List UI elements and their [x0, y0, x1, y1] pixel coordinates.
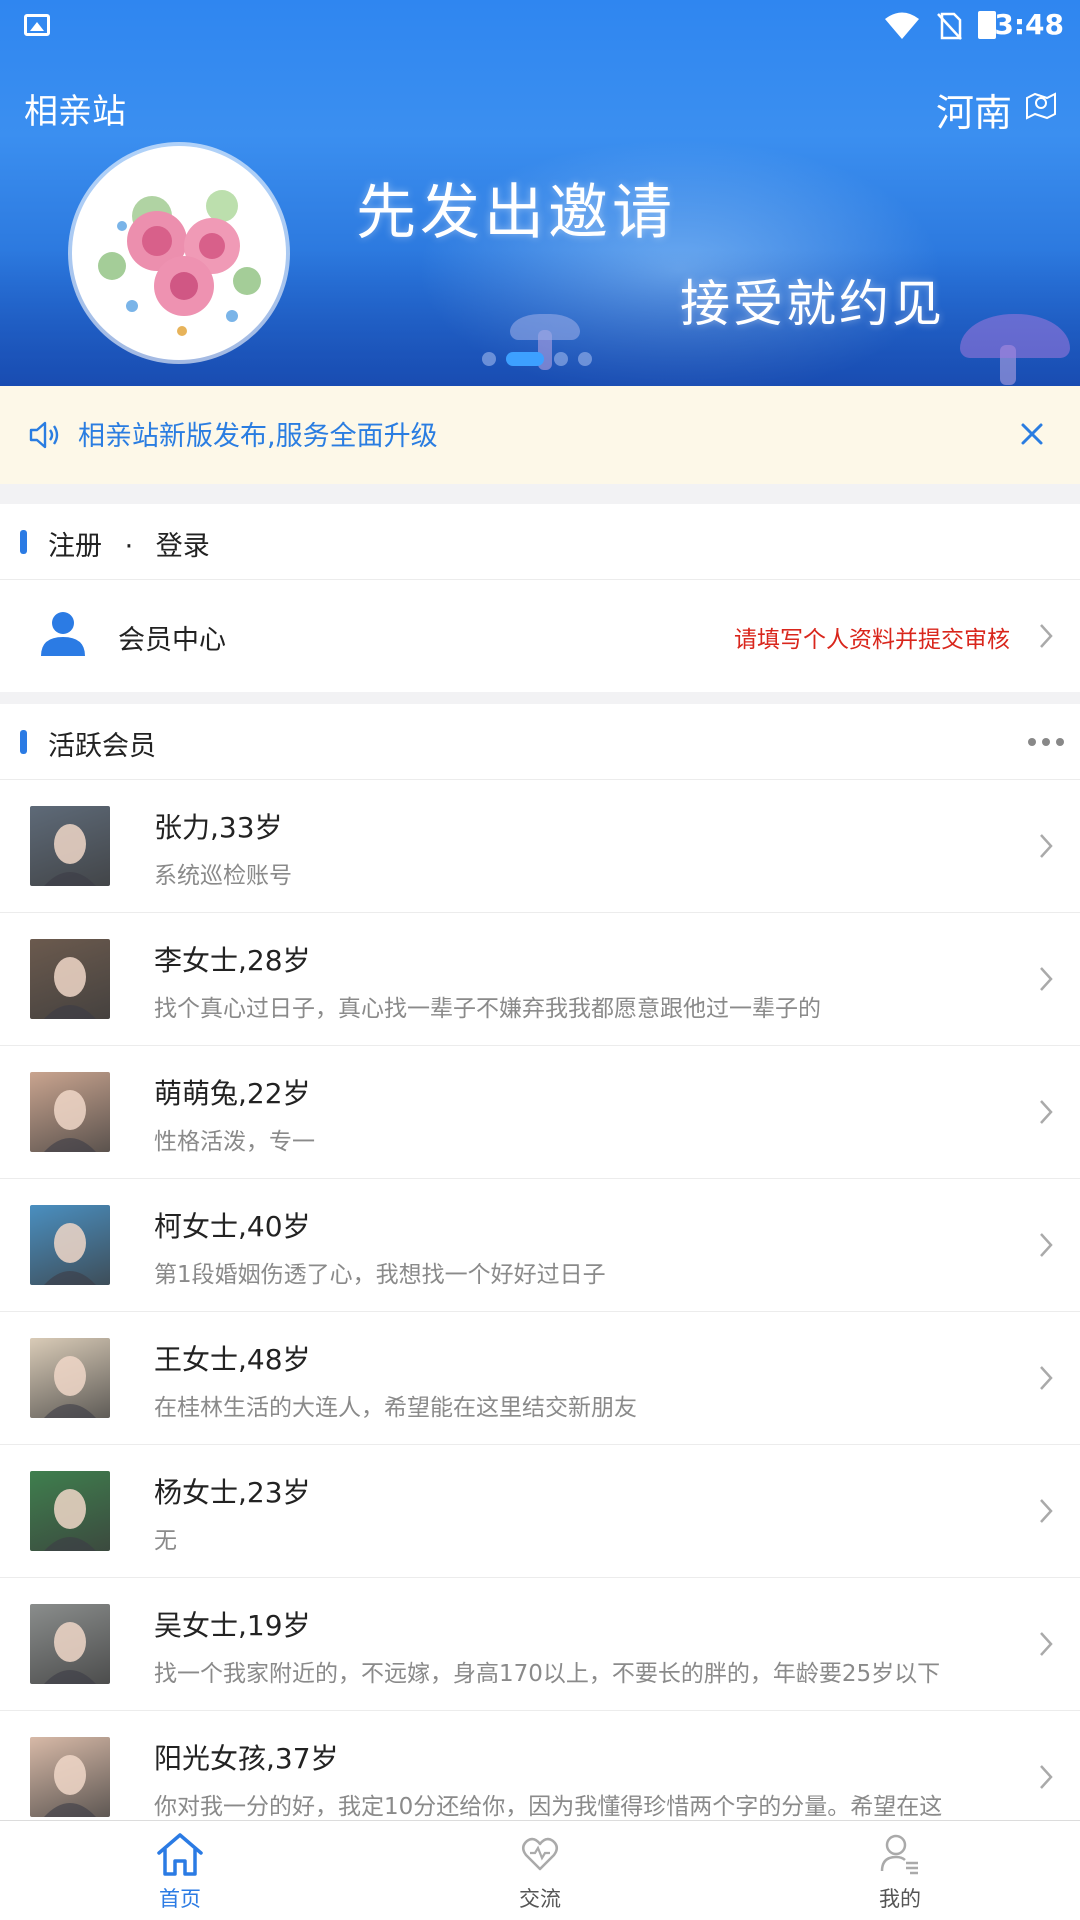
announcement-bar[interactable]: 相亲站新版发布,服务全面升级	[0, 386, 1080, 484]
portrait-placeholder	[44, 1755, 96, 1817]
announcement-text[interactable]: 相亲站新版发布,服务全面升级	[78, 414, 438, 453]
member-bio: 系统巡检账号	[154, 863, 292, 889]
chevron-right-icon	[1040, 834, 1053, 858]
mushroom-decoration	[510, 314, 580, 340]
chevron-right-icon	[1040, 1765, 1053, 1789]
chevron-right-icon	[1040, 1366, 1053, 1390]
chevron-right-icon	[1040, 1233, 1053, 1257]
banner-subheadline: 接受就约见	[680, 275, 945, 333]
more-icon[interactable]	[1028, 738, 1064, 746]
page-dot[interactable]	[482, 352, 496, 366]
member-bio: 你对我一分的好，我定10分还给你，因为我懂得珍惜两个字的分量。希望在这	[154, 1794, 943, 1820]
member-avatar[interactable]	[30, 1072, 110, 1152]
member-row[interactable]: 吴女士,19岁找一个我家附近的，不远嫁，身高170以上，不要长的胖的，年龄要25…	[0, 1578, 1080, 1711]
member-name: 萌萌兔,22岁	[154, 1077, 311, 1110]
bottom-navigation: 首页 交流 我的	[0, 1820, 1080, 1920]
member-bio: 第1段婚姻伤透了心，我想找一个好好过日子	[154, 1262, 606, 1288]
profile-icon	[880, 1834, 918, 1875]
map-location-icon[interactable]	[1024, 88, 1058, 120]
auth-section: 注册 · 登录 会员中心 请填写个人资料并提交审核	[0, 504, 1080, 692]
wifi-icon	[885, 12, 919, 39]
close-icon[interactable]	[1020, 422, 1044, 446]
active-members-title: 活跃会员	[48, 731, 156, 762]
portrait-placeholder	[44, 957, 96, 1019]
member-avatar[interactable]	[30, 1205, 110, 1285]
member-bio: 找个真心过日子，真心找一辈子不嫌弃我我都愿意跟他过一辈子的	[154, 996, 821, 1022]
active-members-header: 活跃会员	[0, 704, 1080, 780]
register-link[interactable]: 注册	[48, 531, 102, 562]
member-row[interactable]: 柯女士,40岁第1段婚姻伤透了心，我想找一个好好过日子	[0, 1179, 1080, 1312]
chevron-right-icon	[1040, 1100, 1053, 1124]
member-avatar[interactable]	[30, 1737, 110, 1817]
member-name: 阳光女孩,37岁	[154, 1742, 339, 1775]
auth-links: 注册 · 登录	[48, 524, 210, 563]
app-title: 相亲站	[24, 92, 126, 132]
nav-profile[interactable]: 我的	[720, 1821, 1080, 1920]
member-row[interactable]: 杨女士,23岁无	[0, 1445, 1080, 1578]
page-dot[interactable]	[578, 352, 592, 366]
login-link[interactable]: 登录	[156, 531, 210, 562]
portrait-placeholder	[44, 1489, 96, 1551]
member-avatar[interactable]	[30, 806, 110, 886]
auth-separator: ·	[124, 531, 134, 562]
nav-home-label: 首页	[159, 1887, 201, 1911]
battery-icon	[978, 11, 996, 39]
member-avatar[interactable]	[30, 1604, 110, 1684]
member-name: 杨女士,23岁	[154, 1476, 311, 1509]
member-bio: 在桂林生活的大连人，希望能在这里结交新朋友	[154, 1395, 637, 1421]
member-row[interactable]: 张力,33岁系统巡检账号	[0, 780, 1080, 913]
no-sim-icon	[937, 12, 962, 40]
speaker-icon	[29, 421, 59, 449]
member-center-label: 会员中心	[118, 625, 226, 656]
banner-roses-image	[72, 146, 286, 360]
status-bar: 3:48	[0, 0, 1080, 50]
portrait-placeholder	[44, 1622, 96, 1684]
member-avatar[interactable]	[30, 1471, 110, 1551]
status-time: 3:48	[994, 8, 1064, 41]
member-name: 柯女士,40岁	[154, 1210, 311, 1243]
member-name: 张力,33岁	[154, 811, 283, 844]
portrait-placeholder	[44, 1356, 96, 1418]
nav-chat[interactable]: 交流	[360, 1821, 720, 1920]
section-accent-bar	[20, 530, 27, 554]
member-bio: 性格活泼，专一	[154, 1129, 315, 1155]
member-name: 吴女士,19岁	[154, 1609, 311, 1642]
person-icon	[41, 612, 85, 656]
member-row[interactable]: 李女士,28岁找个真心过日子，真心找一辈子不嫌弃我我都愿意跟他过一辈子的	[0, 913, 1080, 1046]
auth-section-header: 注册 · 登录	[0, 504, 1080, 580]
active-members-section: 活跃会员 张力,33岁系统巡检账号李女士,28岁找个真心过日子，真心找一辈子不嫌…	[0, 704, 1080, 1820]
member-bio: 找一个我家附近的，不远嫁，身高170以上，不要长的胖的，年龄要25岁以下	[154, 1661, 941, 1687]
nav-profile-label: 我的	[879, 1887, 921, 1911]
chevron-right-icon	[1040, 1632, 1053, 1656]
portrait-placeholder	[44, 1223, 96, 1285]
page-dot[interactable]	[554, 352, 568, 366]
portrait-placeholder	[44, 1090, 96, 1152]
profile-review-hint: 请填写个人资料并提交审核	[734, 627, 1010, 653]
home-icon	[157, 1833, 203, 1876]
member-row[interactable]: 萌萌兔,22岁性格活泼，专一	[0, 1046, 1080, 1179]
member-bio: 无	[154, 1528, 177, 1554]
member-name: 王女士,48岁	[154, 1343, 311, 1376]
chevron-right-icon	[1040, 624, 1053, 648]
heart-chat-icon	[522, 1837, 558, 1871]
banner-pagination	[482, 352, 592, 366]
member-row[interactable]: 王女士,48岁在桂林生活的大连人，希望能在这里结交新朋友	[0, 1312, 1080, 1445]
member-row[interactable]: 阳光女孩,37岁你对我一分的好，我定10分还给你，因为我懂得珍惜两个字的分量。希…	[0, 1711, 1080, 1820]
page-dot-active[interactable]	[506, 352, 544, 366]
header-banner[interactable]: 3:48 相亲站 河南 先发出邀请 接受就约见	[0, 0, 1080, 386]
section-accent-bar	[20, 730, 27, 754]
banner-headline: 先发出邀请	[356, 178, 676, 248]
chevron-right-icon	[1040, 967, 1053, 991]
chevron-right-icon	[1040, 1499, 1053, 1523]
image-notification-icon	[24, 14, 50, 36]
member-name: 李女士,28岁	[154, 944, 311, 977]
portrait-placeholder	[44, 824, 96, 886]
nav-chat-label: 交流	[519, 1887, 561, 1911]
member-center-row[interactable]: 会员中心 请填写个人资料并提交审核	[0, 580, 1080, 692]
member-list: 张力,33岁系统巡检账号李女士,28岁找个真心过日子，真心找一辈子不嫌弃我我都愿…	[0, 780, 1080, 1820]
nav-home[interactable]: 首页	[0, 1821, 360, 1920]
member-avatar[interactable]	[30, 1338, 110, 1418]
region-selector[interactable]: 河南	[936, 82, 1012, 137]
member-avatar[interactable]	[30, 939, 110, 1019]
